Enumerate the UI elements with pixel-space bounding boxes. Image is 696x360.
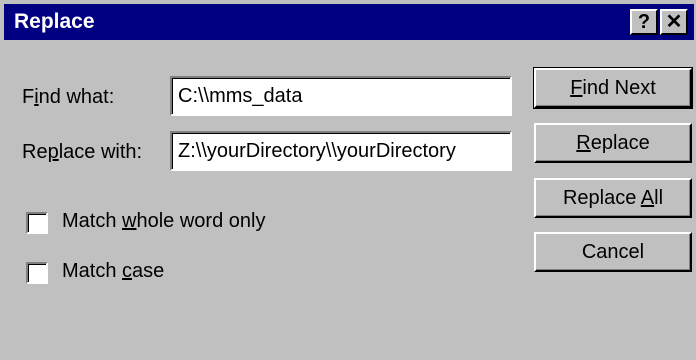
help-button[interactable]: ? [630, 9, 658, 35]
window-title: Replace [14, 10, 95, 33]
title-bar[interactable]: Replace ? ✕ [4, 4, 694, 40]
match-whole-word-checkbox[interactable] [26, 212, 48, 234]
find-what-field[interactable] [170, 76, 512, 116]
find-what-input[interactable] [172, 78, 510, 114]
cancel-button[interactable]: Cancel [534, 232, 692, 272]
close-button[interactable]: ✕ [660, 9, 688, 35]
match-whole-word-label[interactable]: Match whole word only [62, 210, 265, 233]
match-case-label[interactable]: Match case [62, 260, 164, 283]
match-case-checkbox[interactable] [26, 262, 48, 284]
replace-with-field[interactable] [170, 131, 512, 171]
replace-button[interactable]: Replace [534, 123, 692, 163]
replace-all-button[interactable]: Replace All [534, 178, 692, 218]
replace-dialog: Replace ? ✕ Find what: Replace with: Mat… [0, 0, 696, 360]
replace-with-input[interactable] [172, 133, 510, 169]
replace-with-label: Replace with: [22, 141, 143, 163]
find-next-button[interactable]: Find Next [533, 67, 693, 109]
find-what-label: Find what: [22, 86, 115, 108]
